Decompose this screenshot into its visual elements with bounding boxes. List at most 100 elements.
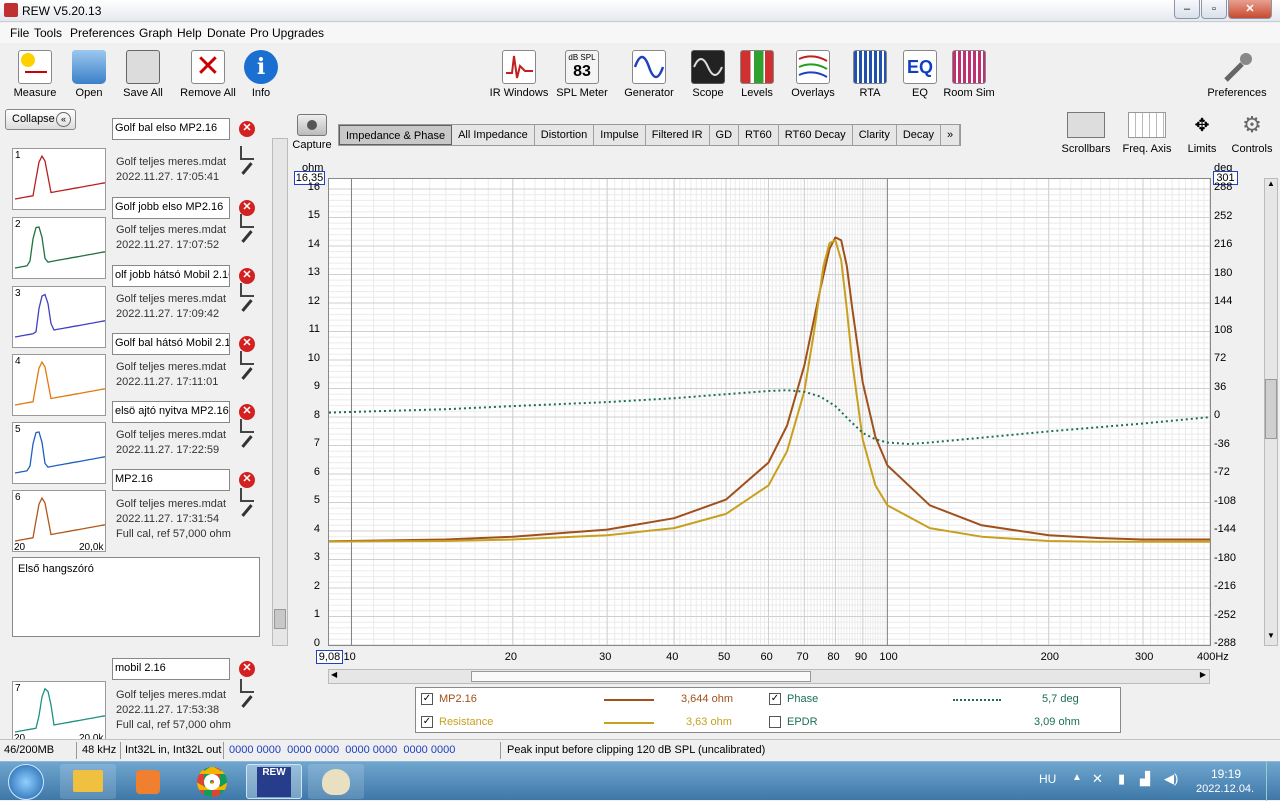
measurement-name-field[interactable]: mobil 2.16 <box>112 658 230 680</box>
measurement-thumbnail[interactable] <box>12 148 106 210</box>
measurement-name-field[interactable]: MP2.16 <box>112 469 230 491</box>
preferences-button[interactable]: Preferences <box>1202 50 1272 99</box>
tab-gd[interactable]: GD <box>710 125 740 145</box>
scrollbars-label: Scrollbars <box>1061 143 1111 155</box>
panel-scrollbar[interactable] <box>272 138 288 646</box>
signal-icon[interactable]: ▟ <box>1140 771 1150 787</box>
pencil-icon[interactable] <box>241 162 253 175</box>
measurement-thumbnail[interactable] <box>12 217 106 279</box>
menu-preferences[interactable]: Preferences <box>70 26 135 40</box>
legend-resistance-checkbox[interactable]: ✓ <box>421 716 433 728</box>
menu-help[interactable]: Help <box>177 26 202 40</box>
clock-date[interactable]: 2022.12.04. <box>1196 783 1254 795</box>
impedance-graph[interactable] <box>328 178 1211 646</box>
tab-clarity[interactable]: Clarity <box>853 125 897 145</box>
curve-options-icon[interactable] <box>240 351 254 365</box>
measurement-notes[interactable]: Első hangszóró <box>12 557 260 637</box>
curve-options-icon[interactable] <box>240 679 254 693</box>
tab-impulse[interactable]: Impulse <box>594 125 646 145</box>
pencil-icon[interactable] <box>241 435 253 448</box>
pencil-icon[interactable] <box>241 367 253 380</box>
clock-time[interactable]: 19:19 <box>1211 767 1241 781</box>
measurement-thumbnail[interactable] <box>12 354 106 416</box>
measurement-date: 2022.11.27. 17:11:01 <box>116 376 219 388</box>
taskbar-explorer[interactable] <box>60 764 116 799</box>
legend-epdr-checkbox[interactable] <box>769 716 781 728</box>
tab-decay[interactable]: Decay <box>897 125 942 145</box>
curve-options-icon[interactable] <box>240 419 254 433</box>
graph-h-scroll-thumb[interactable] <box>471 671 811 682</box>
levels-label: Levels <box>741 87 773 99</box>
info-button[interactable]: i Info <box>226 50 296 99</box>
pencil-icon[interactable] <box>241 299 253 312</box>
taskbar-media-player[interactable] <box>120 764 176 799</box>
curve-options-icon[interactable] <box>240 146 254 160</box>
network-icon[interactable]: ✕ <box>1092 771 1103 787</box>
graph-v-scrollbar[interactable]: ▲ ▼ <box>1264 178 1278 646</box>
curve-options-icon[interactable] <box>240 214 254 228</box>
panel-scroll-thumb[interactable] <box>274 609 286 629</box>
graph-v-scroll-thumb[interactable] <box>1265 379 1277 439</box>
save-all-button[interactable]: Save All <box>108 50 178 99</box>
legend-phase-checkbox[interactable]: ✓ <box>769 693 781 705</box>
taskbar-rew[interactable]: REW <box>246 764 302 799</box>
measurement-name-field[interactable]: Golf bal hátsó Mobil 2.16 <box>112 333 230 355</box>
remove-measurement-button[interactable]: ✕ <box>239 472 255 488</box>
tab-distortion[interactable]: Distortion <box>535 125 595 145</box>
menu-file[interactable]: File <box>10 26 29 40</box>
taskbar-chrome[interactable] <box>184 764 240 799</box>
scroll-up-icon[interactable]: ▲ <box>1265 179 1277 193</box>
curve-options-icon[interactable] <box>240 283 254 297</box>
minimize-button[interactable]: – <box>1174 0 1200 19</box>
remove-measurement-button[interactable]: ✕ <box>239 121 255 137</box>
start-button[interactable] <box>8 764 44 800</box>
measurement-name-field[interactable]: elsö ajtó nyitva MP2.16 <box>112 401 230 423</box>
tray-expand-icon[interactable]: ▲ <box>1072 772 1082 783</box>
taskbar-paint[interactable] <box>308 764 364 799</box>
tab-all-impedance[interactable]: All Impedance <box>452 125 535 145</box>
remove-measurement-button[interactable]: ✕ <box>239 404 255 420</box>
legend-mp216-checkbox[interactable]: ✓ <box>421 693 433 705</box>
ir-windows-button[interactable]: IR Windows <box>484 50 554 99</box>
menu-pro-upgrades[interactable]: Pro Upgrades <box>250 26 324 40</box>
menu-graph[interactable]: Graph <box>139 26 172 40</box>
measurement-name-field[interactable]: olf jobb hátsó Mobil 2.16 <box>112 265 230 287</box>
capture-button[interactable]: Capture <box>292 114 332 151</box>
tabs-more-button[interactable]: » <box>941 125 961 145</box>
pencil-icon[interactable] <box>241 695 253 708</box>
tab-filtered-ir[interactable]: Filtered IR <box>646 125 710 145</box>
show-desktop-button[interactable] <box>1266 762 1280 801</box>
tab-rt60[interactable]: RT60 <box>739 125 779 145</box>
measurement-name-field[interactable]: Golf bal elso MP2.16 <box>112 118 230 140</box>
limits-button[interactable]: ✥ Limits <box>1180 112 1224 155</box>
tab-rt60-decay[interactable]: RT60 Decay <box>779 125 853 145</box>
language-indicator[interactable]: HU <box>1039 772 1056 786</box>
curve-options-icon[interactable] <box>240 488 254 502</box>
remove-measurement-button[interactable]: ✕ <box>239 268 255 284</box>
pencil-icon[interactable] <box>241 230 253 243</box>
tab-impedance-phase[interactable]: Impedance & Phase <box>339 125 453 145</box>
scroll-right-icon[interactable]: ▶ <box>1200 670 1206 679</box>
measurement-thumbnail[interactable] <box>12 422 106 484</box>
freq-axis-button[interactable]: Freq. Axis <box>1119 112 1175 155</box>
graph-h-scrollbar[interactable]: ◀ ▶ <box>328 669 1210 684</box>
pencil-icon[interactable] <box>241 504 253 517</box>
scroll-left-icon[interactable]: ◀ <box>331 670 337 679</box>
x-min-field[interactable]: 9,08 <box>316 650 343 664</box>
spl-meter-button[interactable]: dB SPL 83 SPL Meter <box>547 50 617 99</box>
volume-icon[interactable]: ◀) <box>1164 771 1178 787</box>
maximize-button[interactable]: ▫ <box>1201 0 1227 19</box>
scroll-down-icon[interactable]: ▼ <box>1265 631 1277 645</box>
room-sim-button[interactable]: Room Sim <box>934 50 1004 99</box>
status-bar: 46/200MB 48 kHz Int32L in, Int32L out 00… <box>0 739 1280 761</box>
battery-icon[interactable]: ▮ <box>1118 771 1125 787</box>
remove-measurement-button[interactable]: ✕ <box>239 336 255 352</box>
scrollbars-button[interactable]: Scrollbars <box>1058 112 1114 155</box>
close-button[interactable]: ✕ <box>1228 0 1272 19</box>
measurement-thumbnail[interactable] <box>12 286 106 348</box>
menu-donate[interactable]: Donate <box>207 26 246 40</box>
menu-tools[interactable]: Tools <box>34 26 62 40</box>
controls-button[interactable]: ⚙ Controls <box>1228 112 1276 155</box>
measurement-name-field[interactable]: Golf jobb elso MP2.16 <box>112 197 230 219</box>
remove-measurement-button[interactable]: ✕ <box>239 661 255 677</box>
